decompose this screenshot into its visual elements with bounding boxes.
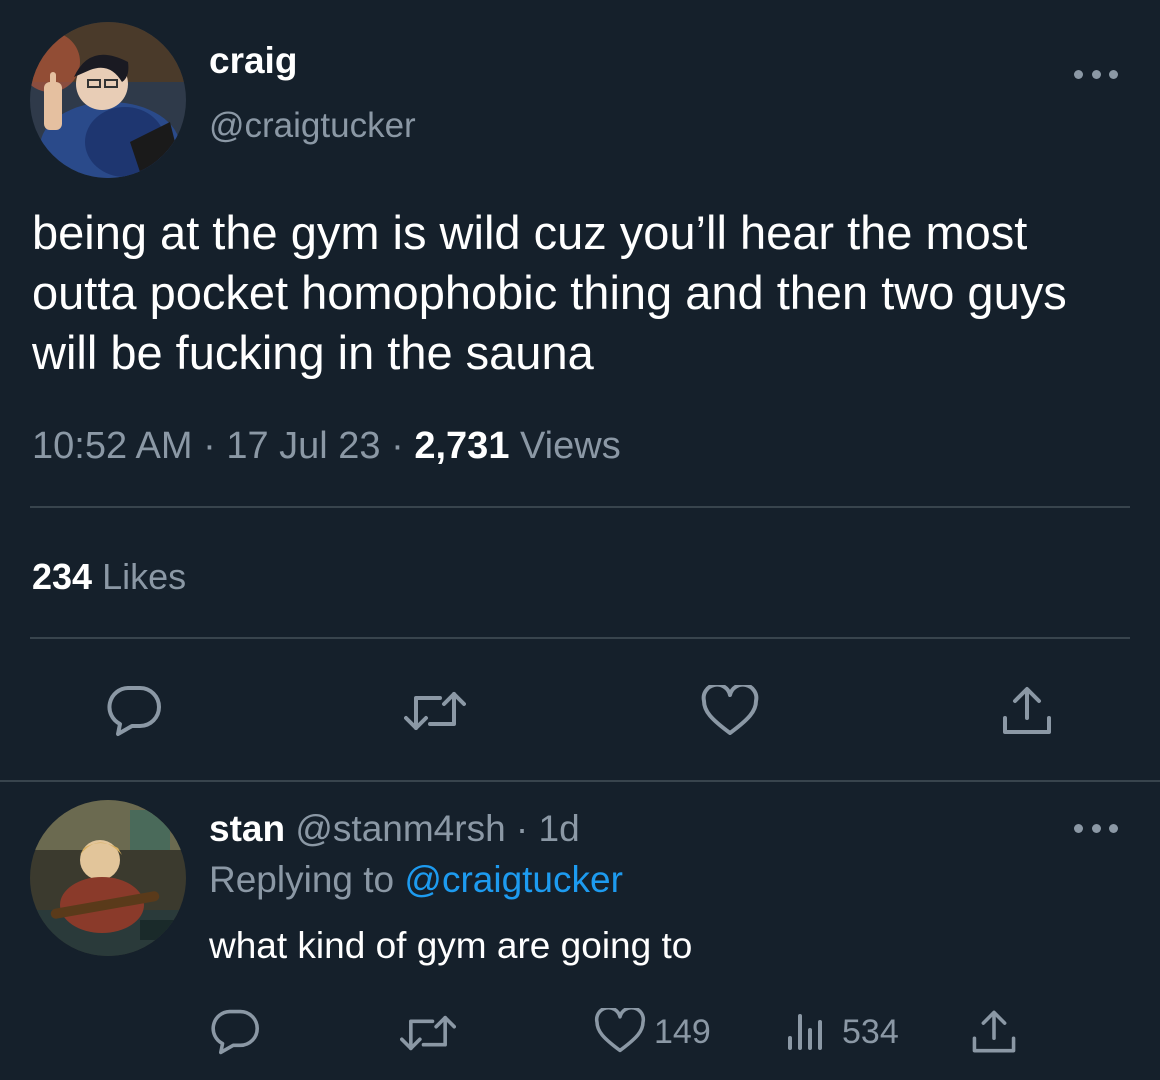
more-options-icon[interactable] (1074, 64, 1118, 84)
likes-count: 234 (32, 556, 93, 597)
likes-label: Likes (92, 556, 187, 597)
tweet-date[interactable]: 17 Jul 23 (226, 425, 380, 467)
divider (30, 506, 1130, 508)
replying-to: Replying to @craigtucker (209, 859, 623, 901)
retweet-icon[interactable] (404, 688, 466, 734)
reply-age[interactable]: 1d (539, 808, 580, 849)
reply-icon[interactable] (210, 1008, 260, 1056)
reply-header: stan @stanm4rsh · 1d (209, 808, 580, 850)
reply-display-name[interactable]: stan (209, 808, 285, 849)
meta-separator: · (380, 425, 415, 467)
meta-separator: · (192, 425, 227, 467)
avatar-image (30, 800, 186, 956)
tweet-time[interactable]: 10:52 AM (32, 425, 193, 467)
replying-prefix: Replying to (209, 859, 405, 900)
share-icon[interactable] (1000, 684, 1054, 738)
reply-likes-count[interactable]: 149 (654, 1013, 711, 1052)
tweet-meta: 10:52 AM · 17 Jul 23 · 2,731 Views (32, 425, 621, 468)
reply-views-count[interactable]: 534 (842, 1013, 899, 1052)
reply-text: what kind of gym are going to (209, 925, 693, 966)
avatar-image (30, 22, 186, 178)
more-options-icon[interactable] (1074, 818, 1118, 838)
heart-icon[interactable] (594, 1008, 646, 1054)
reply-separator: · (505, 808, 539, 849)
tweet-text: being at the gym is wild cuz you’ll hear… (32, 206, 1067, 379)
reply-icon[interactable] (106, 684, 162, 738)
reply-handle[interactable]: @stanm4rsh (285, 808, 505, 849)
share-icon[interactable] (970, 1008, 1018, 1056)
handle[interactable]: @craigtucker (209, 106, 416, 146)
heart-icon[interactable] (701, 685, 759, 737)
avatar[interactable] (30, 800, 186, 956)
views-icon[interactable] (786, 1010, 826, 1052)
retweet-icon[interactable] (400, 1012, 456, 1054)
main-tweet: craig @craigtucker being at the gym is w… (0, 0, 1160, 780)
divider (0, 780, 1160, 782)
display-name[interactable]: craig (209, 40, 297, 82)
likes-summary[interactable]: 234 Likes (32, 556, 186, 598)
avatar[interactable] (30, 22, 186, 178)
replying-handle-link[interactable]: @craigtucker (404, 859, 623, 900)
views-label[interactable]: Views (509, 425, 621, 467)
divider (30, 637, 1130, 639)
views-count[interactable]: 2,731 (414, 425, 509, 467)
